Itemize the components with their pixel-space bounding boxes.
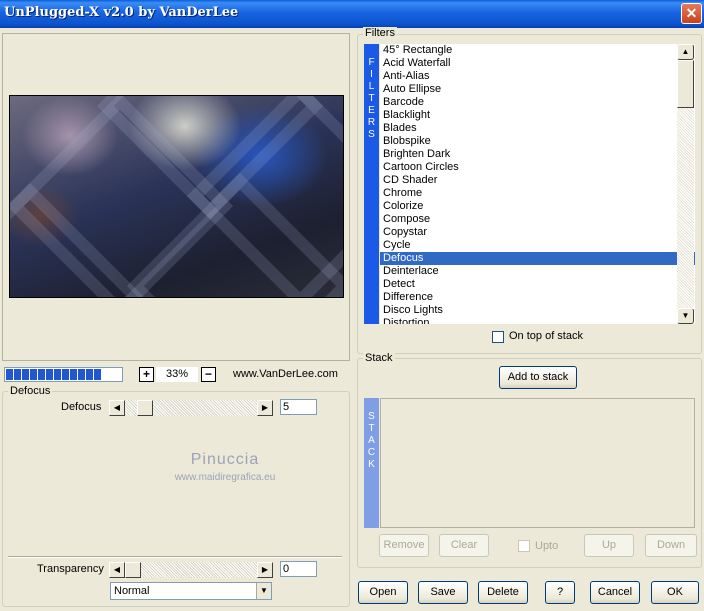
- filter-list-item[interactable]: Cycle: [380, 239, 695, 252]
- stack-group-label: Stack: [363, 352, 395, 364]
- on-top-checkbox[interactable]: [492, 331, 504, 343]
- filter-list-item[interactable]: Chrome: [380, 187, 695, 200]
- filters-vertical-bar: FILTERS: [364, 44, 379, 324]
- defocus-value-field[interactable]: 5: [280, 399, 317, 415]
- transparency-value-field[interactable]: 0: [280, 561, 317, 577]
- progress-segment: [14, 369, 21, 380]
- save-button[interactable]: Save: [418, 581, 468, 604]
- filter-list-item[interactable]: Distortion: [380, 317, 695, 324]
- transparency-label: Transparency: [37, 563, 104, 575]
- slider-thumb[interactable]: [137, 400, 153, 416]
- filter-list-item[interactable]: Brighten Dark: [380, 148, 695, 161]
- vertical-label-letter: K: [368, 459, 375, 470]
- slider-left-arrow-icon[interactable]: ◀: [109, 562, 125, 578]
- up-button[interactable]: Up: [584, 534, 634, 557]
- slider-thumb[interactable]: [125, 562, 141, 578]
- preview-panel: [2, 33, 350, 361]
- filter-list-item[interactable]: Defocus: [380, 252, 695, 265]
- scroll-up-icon[interactable]: ▲: [677, 44, 694, 60]
- close-icon: ✕: [685, 5, 698, 21]
- filter-list[interactable]: 45° Rectangle Acid Waterfall Anti-Alias Aut…: [380, 44, 695, 324]
- filters-group-label: Filters: [363, 27, 397, 39]
- preview-image: [9, 95, 344, 298]
- progress-segment: [22, 369, 29, 380]
- plus-icon: +: [142, 367, 150, 381]
- blend-mode-value: Normal: [114, 585, 150, 597]
- filter-list-item[interactable]: Detect: [380, 278, 695, 291]
- progress-segment: [70, 369, 77, 380]
- filter-list-item[interactable]: Deinterlace: [380, 265, 695, 278]
- progress-segment: [38, 369, 45, 380]
- remove-button[interactable]: Remove: [379, 534, 429, 557]
- filter-list-item[interactable]: Barcode: [380, 96, 695, 109]
- transparency-slider[interactable]: ◀ ▶: [109, 562, 273, 578]
- zoom-level: 33%: [156, 367, 198, 382]
- filter-list-item[interactable]: Colorize: [380, 200, 695, 213]
- vertical-label-letter: S: [368, 129, 375, 140]
- progress-bar: [4, 367, 123, 382]
- window-title: UnPlugged-X v2.0 by VanDerLee: [4, 5, 239, 20]
- title-bar: UnPlugged-X v2.0 by VanDerLee ✕: [0, 0, 704, 28]
- stack-vertical-bar: STACK: [364, 398, 379, 528]
- upto-label: Upto: [535, 540, 559, 552]
- down-button[interactable]: Down: [645, 534, 697, 557]
- parameters-group-label: Defocus: [8, 385, 53, 397]
- minus-icon: −: [204, 367, 212, 381]
- filter-list-item[interactable]: Copystar: [380, 226, 695, 239]
- slider-right-arrow-icon[interactable]: ▶: [257, 562, 273, 578]
- watermark-title: Pinuccia: [190, 451, 260, 468]
- website-link[interactable]: www.VanDerLee.com: [233, 368, 338, 380]
- add-to-stack-button[interactable]: Add to stack: [499, 366, 577, 389]
- defocus-label: Defocus: [61, 401, 102, 413]
- filter-list-item[interactable]: Auto Ellipse: [380, 83, 695, 96]
- filter-list-item[interactable]: Blacklight: [380, 109, 695, 122]
- blend-mode-select[interactable]: Normal ▼: [110, 582, 272, 600]
- scroll-down-icon[interactable]: ▼: [677, 308, 694, 324]
- progress-segment: [46, 369, 53, 380]
- stack-list[interactable]: [380, 398, 695, 528]
- filter-list-item[interactable]: Blades: [380, 122, 695, 135]
- help-button[interactable]: ?: [545, 581, 575, 604]
- progress-segment: [62, 369, 69, 380]
- defocus-slider[interactable]: ◀ ▶: [109, 400, 273, 416]
- filter-list-scrollbar[interactable]: ▲ ▼: [677, 44, 694, 324]
- progress-segment: [30, 369, 37, 380]
- slider-track: [125, 562, 257, 578]
- open-button[interactable]: Open: [358, 581, 408, 604]
- filter-list-item[interactable]: Blobspike: [380, 135, 695, 148]
- filter-list-item[interactable]: CD Shader: [380, 174, 695, 187]
- divider: [8, 556, 342, 558]
- scrollbar-thumb[interactable]: [677, 60, 694, 108]
- progress-segment: [54, 369, 61, 380]
- delete-button[interactable]: Delete: [478, 581, 528, 604]
- filter-list-item[interactable]: Anti-Alias: [380, 70, 695, 83]
- filter-list-item[interactable]: 45° Rectangle: [380, 44, 695, 57]
- slider-right-arrow-icon[interactable]: ▶: [257, 400, 273, 416]
- clear-button[interactable]: Clear: [439, 534, 489, 557]
- watermark-url: www.maidiregrafica.eu: [174, 472, 276, 483]
- on-top-label: On top of stack: [509, 330, 583, 342]
- cancel-button[interactable]: Cancel: [590, 581, 640, 604]
- filter-list-item[interactable]: Acid Waterfall: [380, 57, 695, 70]
- filter-list-item[interactable]: Difference: [380, 291, 695, 304]
- filter-list-item[interactable]: Compose: [380, 213, 695, 226]
- filter-list-item[interactable]: Cartoon Circles: [380, 161, 695, 174]
- ok-button[interactable]: OK: [651, 581, 699, 604]
- chevron-down-icon[interactable]: ▼: [256, 583, 271, 599]
- progress-segment: [6, 369, 13, 380]
- progress-segment: [94, 369, 101, 380]
- zoom-out-button[interactable]: −: [201, 367, 216, 382]
- zoom-in-button[interactable]: +: [139, 367, 154, 382]
- slider-left-arrow-icon[interactable]: ◀: [109, 400, 125, 416]
- upto-checkbox[interactable]: [518, 540, 530, 552]
- progress-segment: [78, 369, 85, 380]
- filter-list-item[interactable]: Disco Lights: [380, 304, 695, 317]
- close-button[interactable]: ✕: [681, 3, 702, 24]
- progress-segment: [86, 369, 93, 380]
